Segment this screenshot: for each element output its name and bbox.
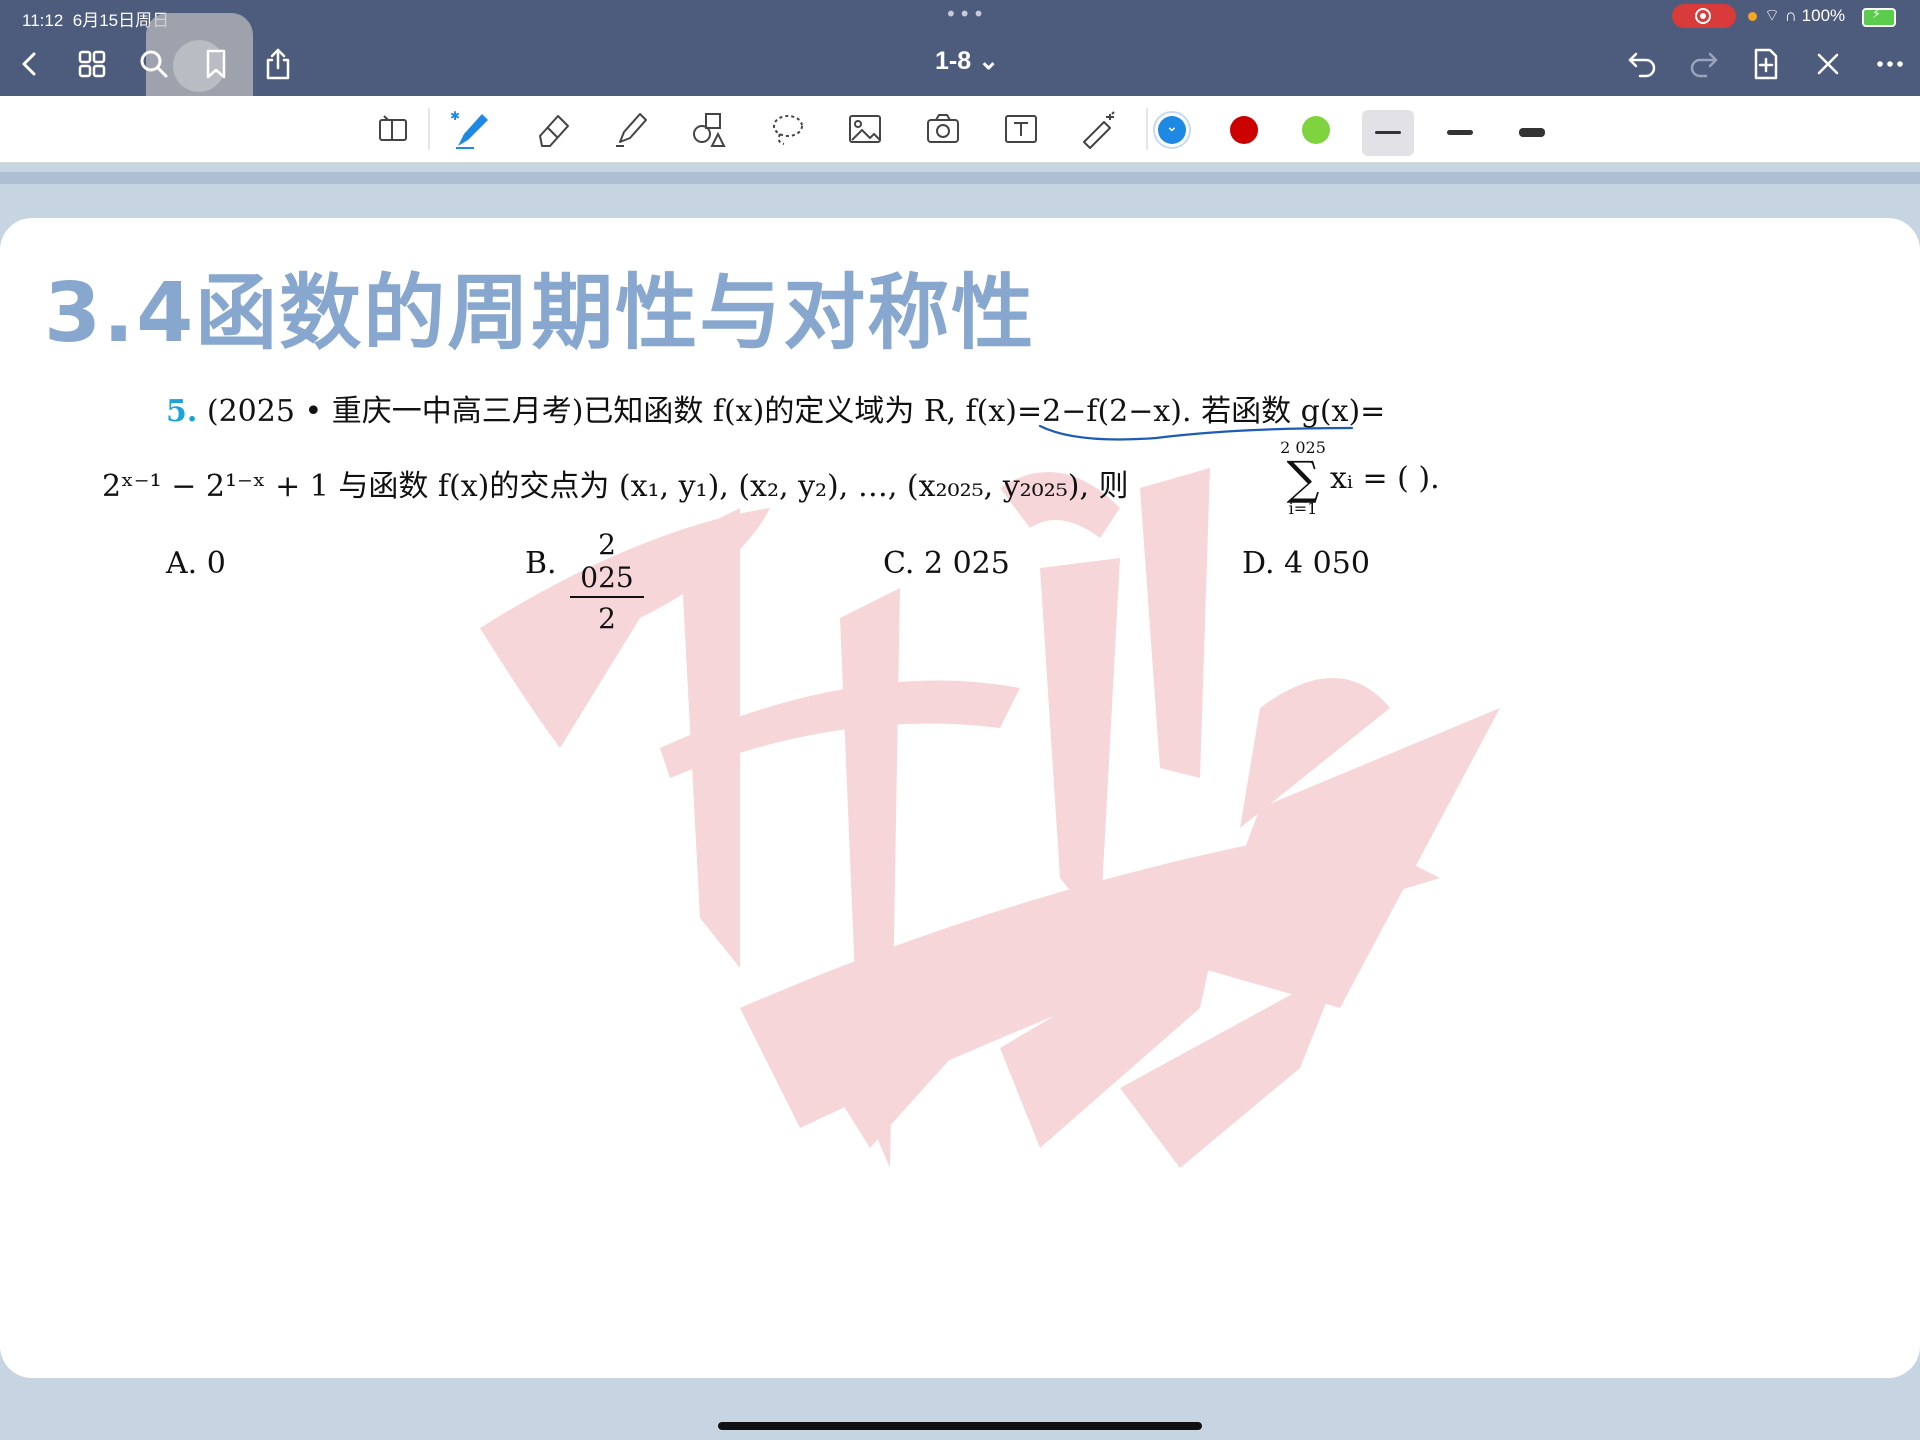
question-line-2: 2ˣ⁻¹ − 2¹⁻ˣ + 1 与函数 f(x)的交点为 (x₁, y₁), (… xyxy=(102,461,1129,505)
option-d: D. 4 050 xyxy=(1242,546,1370,581)
svg-text:✱: ✱ xyxy=(450,109,460,123)
home-indicator[interactable] xyxy=(718,1422,1202,1430)
option-b-denominator: 2 xyxy=(598,602,616,635)
document-title-dropdown[interactable]: 1-8 ⌄ xyxy=(935,46,999,76)
previous-page-edge xyxy=(0,172,1920,184)
option-b-numerator: 2 025 xyxy=(570,528,644,598)
screen-recording-indicator[interactable] xyxy=(1672,4,1736,28)
read-mode-icon[interactable] xyxy=(372,108,414,150)
more-icon[interactable] xyxy=(1872,46,1908,82)
status-icons: ⌔ ∩ 100% xyxy=(1764,5,1845,26)
summation-symbol: 2 025 ∑ i=1 xyxy=(1278,438,1328,528)
multitask-dots-icon[interactable]: ••• xyxy=(945,2,986,26)
option-b-label: B. xyxy=(525,546,557,581)
highlighter-icon[interactable] xyxy=(610,108,652,150)
headphones-icon: ∩ xyxy=(1784,6,1797,25)
page-heading: 3.4函数的周期性与对称性 xyxy=(44,266,1036,361)
grid-icon[interactable] xyxy=(74,46,110,82)
undo-icon[interactable] xyxy=(1624,46,1660,82)
pen-tool-icon[interactable]: ✱ xyxy=(450,108,492,150)
sum-lower-limit: i=1 xyxy=(1288,499,1318,518)
color-swatch-blue[interactable]: ⌄ xyxy=(1153,111,1191,149)
document-page[interactable]: 3.4函数的周期性与对称性 5. (2025 • 重庆一中高三月考)已知函数 f… xyxy=(0,218,1920,1378)
status-bar: 11:12 6月15日周日 ••• ⌔ ∩ 100% xyxy=(0,0,1920,32)
option-b-fraction: 2 025 2 xyxy=(570,528,644,635)
option-c: C. 2 025 xyxy=(883,546,1010,581)
annotation-toolbar: ✱ ⌄ xyxy=(0,96,1920,163)
color-swatch-green[interactable] xyxy=(1302,116,1330,144)
battery-icon xyxy=(1862,7,1896,27)
wifi-icon: ⌔ xyxy=(1764,6,1780,25)
question-line-2-tail: xᵢ = ( ). xyxy=(1330,461,1440,496)
laser-pointer-icon[interactable] xyxy=(1078,108,1120,150)
camera-icon[interactable] xyxy=(922,108,964,150)
option-a: A. 0 xyxy=(166,546,226,581)
mic-indicator-icon xyxy=(1748,12,1757,21)
bookmark-icon[interactable] xyxy=(198,46,234,82)
stroke-width-thin[interactable] xyxy=(1362,110,1414,156)
eraser-icon[interactable] xyxy=(532,108,574,150)
chevron-left-icon[interactable] xyxy=(12,46,48,82)
stroke-width-thick[interactable] xyxy=(1506,110,1558,156)
record-icon xyxy=(1695,8,1711,24)
color-swatch-red[interactable] xyxy=(1230,116,1258,144)
stroke-width-medium[interactable] xyxy=(1434,110,1486,156)
image-icon[interactable] xyxy=(844,108,886,150)
battery-percent: 100% xyxy=(1801,6,1846,25)
share-icon[interactable] xyxy=(260,46,296,82)
question-text-2: 2ˣ⁻¹ − 2¹⁻ˣ + 1 与函数 f(x)的交点为 (x₁, y₁), (… xyxy=(102,469,1129,504)
top-toolbar: 1-8 ⌄ xyxy=(0,13,1920,120)
lasso-icon[interactable] xyxy=(766,108,808,150)
close-icon[interactable] xyxy=(1810,46,1846,82)
question-text-2-tail: xᵢ = ( ). xyxy=(1330,461,1440,496)
search-icon[interactable] xyxy=(136,46,172,82)
shapes-icon[interactable] xyxy=(688,108,730,150)
text-box-icon[interactable] xyxy=(1000,108,1042,150)
add-page-icon[interactable] xyxy=(1748,46,1784,82)
question-number: 5. xyxy=(166,394,198,429)
redo-icon[interactable] xyxy=(1686,46,1722,82)
